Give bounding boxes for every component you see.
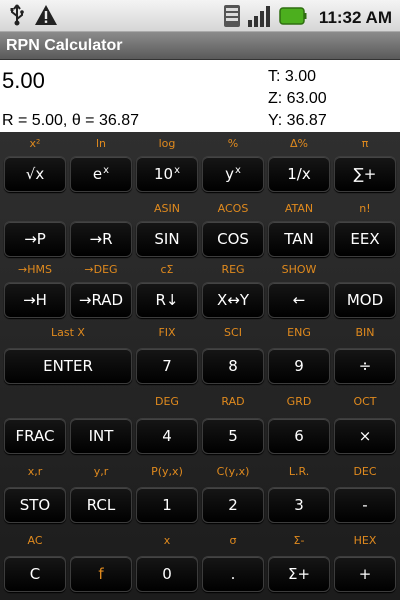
shift-label-lr: L.R. [288, 465, 310, 478]
stack-y: Y: 36.87 [268, 112, 327, 129]
shift-label-grd: GRD [286, 395, 312, 408]
shift-label-show: SHOW [281, 263, 317, 276]
shift-label-acos: ACOS [217, 202, 249, 215]
shift-label-deg: DEG [155, 395, 179, 408]
digit-8-button[interactable]: 8 [202, 348, 264, 384]
shift-label-x2: x² [29, 137, 41, 150]
shift-f-button[interactable]: f [70, 556, 132, 592]
sqrt-button[interactable]: √x [4, 156, 66, 192]
polar-readout: R = 5.00, θ = 36.87 [2, 112, 139, 129]
shift-label-factorial: n! [359, 202, 371, 215]
digit-5-button[interactable]: 5 [202, 418, 264, 454]
rcl-button[interactable]: RCL [70, 487, 132, 523]
mod-button[interactable]: MOD [334, 282, 396, 318]
shift-label-reg: REG [221, 263, 245, 276]
stack-t: T: 3.00 [268, 68, 317, 85]
status-bar: 11:32 AM [0, 0, 400, 32]
add-button[interactable]: + [334, 556, 396, 592]
int-button[interactable]: INT [70, 418, 132, 454]
reciprocal-button[interactable]: 1/x [268, 156, 330, 192]
calculator-display: 5.00 R = 5.00, θ = 36.87 T: 3.00 Z: 63.0… [0, 60, 400, 132]
to-hours-button[interactable]: →H [4, 282, 66, 318]
tan-button[interactable]: TAN [268, 221, 330, 257]
shift-label-ln: ln [95, 137, 107, 150]
roll-down-button[interactable]: R↓ [136, 282, 198, 318]
digit-7-button[interactable]: 7 [136, 348, 198, 384]
shift-label-delta-percent: Δ% [290, 137, 308, 150]
sto-button[interactable]: STO [4, 487, 66, 523]
sum-plus-button[interactable]: ∑+ [334, 156, 396, 192]
digit-6-button[interactable]: 6 [268, 418, 330, 454]
stack-readout: T: 3.00 Z: 63.00 Y: 36.87 [268, 66, 327, 132]
shift-label-to-hms: →HMS [18, 263, 52, 276]
stack-z: Z: 63.00 [268, 90, 327, 107]
shift-label-ac: AC [27, 534, 43, 547]
digit-1-button[interactable]: 1 [136, 487, 198, 523]
clear-button[interactable]: C [4, 556, 66, 592]
shift-label-x-r: x,r [27, 465, 43, 478]
digit-4-button[interactable]: 4 [136, 418, 198, 454]
shift-label-asin: ASIN [154, 202, 180, 215]
battery-icon [279, 6, 307, 30]
shift-label-clear-sigma: cΣ [160, 263, 174, 276]
shift-label-eng: ENG [287, 326, 311, 339]
shift-label-sci: SCI [224, 326, 242, 339]
shift-label-to-deg: →DEG [84, 263, 118, 276]
sin-button[interactable]: SIN [136, 221, 198, 257]
sigma-plus-button[interactable]: Σ+ [268, 556, 330, 592]
usb-icon [8, 4, 26, 30]
clock: 11:32 AM [318, 8, 392, 27]
swap-xy-button[interactable]: X↔Y [202, 282, 264, 318]
to-rect-button[interactable]: →R [70, 221, 132, 257]
shift-label-log: log [158, 137, 176, 150]
backspace-button[interactable]: ← [268, 282, 330, 318]
to-rad-button[interactable]: →RAD [70, 282, 132, 318]
frac-button[interactable]: FRAC [4, 418, 66, 454]
digit-3-button[interactable]: 3 [268, 487, 330, 523]
sd-card-icon [223, 4, 241, 32]
shift-label-stddev: σ [229, 534, 237, 547]
app-title: RPN Calculator [0, 32, 400, 60]
shift-label-last-x: Last X [51, 326, 85, 339]
subtract-button[interactable]: - [334, 487, 396, 523]
shift-label-percent: % [227, 137, 239, 150]
shift-label-permutation: P(y,x) [151, 465, 183, 478]
shift-label-hex: HEX [353, 534, 377, 547]
exp-button[interactable]: ex [70, 156, 132, 192]
shift-label-oct: OCT [353, 395, 377, 408]
warning-icon [34, 4, 58, 30]
digit-0-button[interactable]: 0 [136, 556, 198, 592]
shift-label-fix: FIX [158, 326, 176, 339]
enter-button[interactable]: ENTER [4, 348, 132, 384]
multiply-button[interactable]: × [334, 418, 396, 454]
to-polar-button[interactable]: →P [4, 221, 66, 257]
keypad: x² ln log % Δ% π √x ex 10 x yx 1/x ∑+ ASI… [0, 132, 400, 600]
x-register: 5.00 [2, 68, 45, 93]
shift-label-dec: DEC [353, 465, 377, 478]
digit-9-button[interactable]: 9 [268, 348, 330, 384]
signal-icon [247, 4, 273, 32]
eex-button[interactable]: EEX [334, 221, 396, 257]
shift-label-pi: π [361, 137, 369, 150]
power-button[interactable]: yx [202, 156, 264, 192]
shift-label-combination: C(y,x) [216, 465, 250, 478]
shift-label-mean: x [163, 534, 171, 547]
shift-label-rad: RAD [221, 395, 245, 408]
shift-label-bin: BIN [355, 326, 375, 339]
shift-label-y-r: y,r [93, 465, 109, 478]
divide-button[interactable]: ÷ [334, 348, 396, 384]
cos-button[interactable]: COS [202, 221, 264, 257]
decimal-point-button[interactable]: . [202, 556, 264, 592]
ten-power-button[interactable]: 10 x [136, 156, 198, 192]
shift-label-sum-minus: Σ- [293, 534, 305, 547]
digit-2-button[interactable]: 2 [202, 487, 264, 523]
shift-label-atan: ATAN [284, 202, 314, 215]
